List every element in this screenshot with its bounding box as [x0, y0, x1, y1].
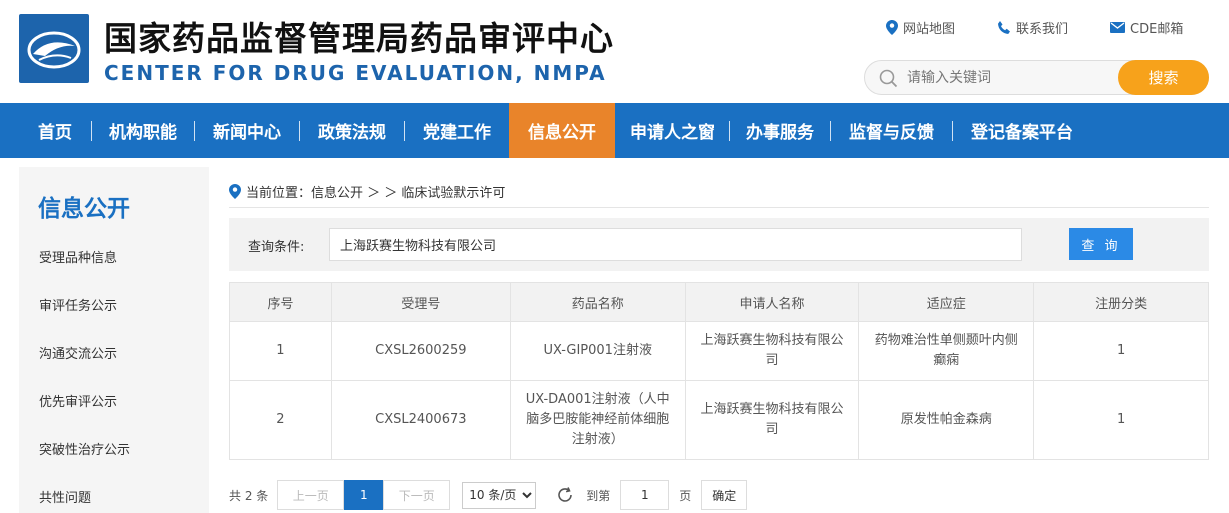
nav-item-applicant[interactable]: 申请人之窗	[615, 103, 729, 158]
column-header: 药品名称	[509, 282, 686, 322]
nav-item-party[interactable]: 党建工作	[405, 103, 509, 158]
nav-item-disclosure[interactable]: 信息公开	[509, 103, 615, 158]
nav-item-feedback[interactable]: 监督与反馈	[831, 103, 952, 158]
column-header: 受理号	[330, 282, 511, 322]
table-cell: 药物难治性单侧颞叶内侧癫痫	[858, 321, 1035, 381]
table-cell[interactable]: CXSL2600259	[330, 321, 511, 381]
confirm-button[interactable]: 确定	[701, 480, 748, 510]
breadcrumb-text[interactable]: 当前位置：信息公开 ＞ ＞ 临床试验默示许可	[246, 182, 505, 201]
search-icon	[879, 69, 898, 88]
table-cell: UX-GIP001注射液	[509, 321, 686, 381]
contact-label: 联系我们	[1016, 22, 1069, 37]
phone-icon	[998, 20, 1011, 34]
table-header-row: 序号 受理号 药品名称 申请人名称 适应症 注册分类	[229, 282, 1209, 322]
sidebar-item-breakthrough[interactable]: 突破性治疗公示	[39, 439, 130, 458]
table-cell[interactable]: CXSL2400673	[330, 380, 511, 460]
contact-link[interactable]: 联系我们	[997, 18, 1068, 37]
pagination: 共 2 条 上一页 1 下一页 10 条/页 到第 页 确定	[229, 480, 748, 510]
search-button[interactable]: 搜索	[1118, 60, 1209, 95]
sidebar-item-review-tasks[interactable]: 审评任务公示	[39, 295, 117, 314]
column-header: 注册分类	[1033, 282, 1209, 322]
sidebar-item-communication[interactable]: 沟通交流公示	[39, 343, 117, 362]
next-page-button[interactable]: 下一页	[383, 480, 451, 510]
top-links: 网站地图 联系我们 CDE邮箱	[886, 18, 1183, 37]
goto-page-input[interactable]	[620, 480, 670, 510]
sitemap-label: 网站地图	[903, 22, 956, 37]
nav-item-home[interactable]: 首页	[19, 103, 91, 158]
table-row: 2 CXSL2400673 UX-DA001注射液（人中脑多巴胺能神经前体细胞注…	[229, 380, 1209, 460]
refresh-icon[interactable]	[556, 486, 574, 504]
table-row: 1 CXSL2600259 UX-GIP001注射液 上海跃赛生物科技有限公司 …	[229, 321, 1209, 381]
column-header: 序号	[229, 282, 332, 322]
table-cell: 原发性帕金森病	[858, 380, 1035, 460]
goto-label: 到第	[586, 488, 611, 503]
site-header: 国家药品监督管理局药品审评中心 CENTER FOR DRUG EVALUATI…	[0, 0, 1229, 103]
main-nav: 首页 机构职能 新闻中心 政策法规 党建工作 信息公开 申请人之窗 办事服务 监…	[0, 103, 1229, 158]
page-number-button[interactable]: 1	[344, 480, 384, 510]
sidebar-item-accepted-varieties[interactable]: 受理品种信息	[39, 247, 117, 266]
cde-mail-link[interactable]: CDE邮箱	[1110, 18, 1183, 37]
breadcrumb: 当前位置：信息公开 ＞ ＞ 临床试验默示许可	[229, 182, 505, 201]
query-bar: 查询条件: 查 询	[229, 218, 1209, 271]
nav-item-policies[interactable]: 政策法规	[300, 103, 404, 158]
cde-logo[interactable]	[19, 14, 89, 83]
column-header: 申请人名称	[684, 282, 860, 322]
table-cell: 上海跃赛生物科技有限公司	[684, 380, 860, 460]
prev-page-button[interactable]: 上一页	[277, 480, 345, 510]
search-box: 搜索	[864, 60, 1209, 95]
table-cell: 上海跃赛生物科技有限公司	[684, 321, 860, 381]
page-unit-label: 页	[679, 488, 692, 503]
query-button[interactable]: 查 询	[1069, 228, 1133, 260]
page-size-select[interactable]: 10 条/页	[462, 481, 537, 509]
cde-mail-label: CDE邮箱	[1130, 22, 1184, 37]
mail-icon	[1110, 22, 1126, 33]
nav-item-functions[interactable]: 机构职能	[92, 103, 194, 158]
sitemap-link[interactable]: 网站地图	[886, 18, 955, 37]
results-table: 序号 受理号 药品名称 申请人名称 适应症 注册分类 1 CXSL2600259…	[229, 282, 1209, 460]
table-cell: 1	[1033, 321, 1209, 381]
table-cell: 2	[229, 380, 332, 460]
total-count: 共 2 条	[229, 488, 269, 503]
sidebar-title: 信息公开	[38, 196, 130, 222]
table-cell: 1	[1033, 380, 1209, 460]
table-cell: UX-DA001注射液（人中脑多巴胺能神经前体细胞注射液）	[509, 380, 686, 460]
sidebar-item-priority-review[interactable]: 优先审评公示	[39, 391, 117, 410]
divider	[229, 207, 1209, 208]
location-pin-icon	[229, 184, 241, 199]
query-label: 查询条件:	[248, 240, 305, 255]
location-pin-icon	[886, 20, 898, 35]
column-header: 适应症	[858, 282, 1035, 322]
nav-item-news[interactable]: 新闻中心	[195, 103, 299, 158]
table-cell: 1	[229, 321, 332, 381]
search-input[interactable]	[907, 67, 1107, 89]
sidebar-item-common-issues[interactable]: 共性问题	[39, 487, 91, 506]
nav-item-registration[interactable]: 登记备案平台	[953, 103, 1091, 158]
sidebar: 信息公开 受理品种信息 审评任务公示 沟通交流公示 优先审评公示 突破性治疗公示…	[19, 167, 209, 513]
site-subtitle: CENTER FOR DRUG EVALUATION, NMPA	[104, 61, 607, 85]
nav-item-services[interactable]: 办事服务	[730, 103, 830, 158]
query-input[interactable]	[329, 228, 1022, 261]
site-title: 国家药品监督管理局药品审评中心	[104, 19, 614, 58]
